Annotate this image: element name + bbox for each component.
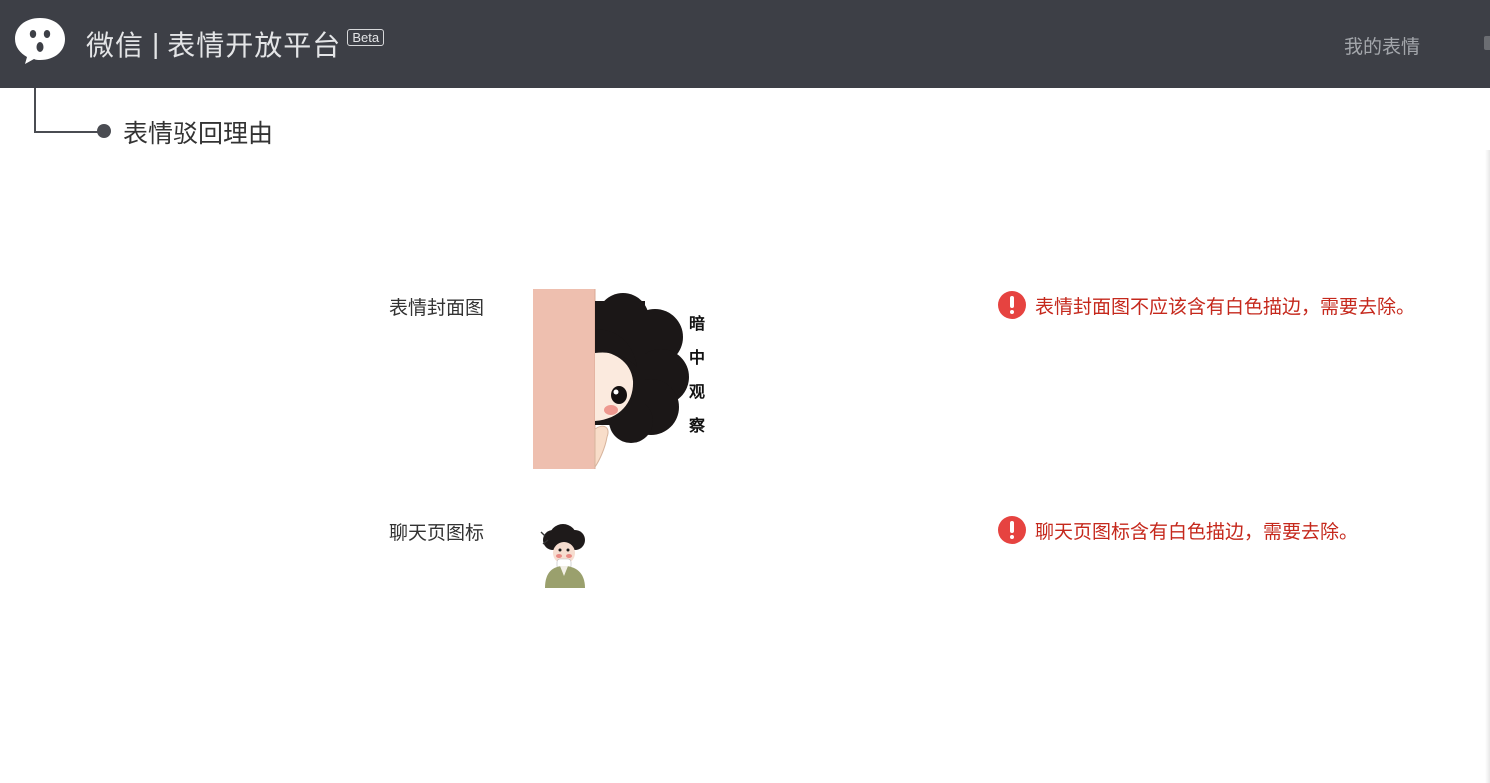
heading-connector-line (34, 88, 100, 133)
cover-caption: 观 (689, 382, 705, 401)
nav-overflow-item[interactable] (1484, 36, 1490, 50)
top-header: 微信 | 表情开放平台 Beta 我的表情 (0, 0, 1490, 88)
brand-name: 微信 (86, 30, 145, 61)
page-title: 表情驳回理由 (123, 120, 274, 148)
wechat-logo-icon[interactable] (12, 14, 68, 66)
error-chat-icon: 聊天页图标含有白色描边，需要去除。 (998, 516, 1358, 544)
cover-caption: 察 (688, 416, 706, 435)
brand-subtitle: 表情开放平台 (167, 30, 342, 61)
row-label-cover: 表情封面图 (389, 298, 485, 319)
error-text: 聊天页图标含有白色描边，需要去除。 (1035, 521, 1359, 543)
error-text: 表情封面图不应该含有白色描边，需要去除。 (1035, 296, 1416, 318)
brand-title[interactable]: 微信 | 表情开放平台 Beta (86, 24, 385, 64)
exclamation-circle-icon (998, 291, 1026, 319)
error-cover: 表情封面图不应该含有白色描边，需要去除。 (998, 291, 1415, 319)
scroll-edge-shadow (1485, 150, 1490, 783)
cover-caption: 中 (689, 348, 705, 367)
cover-caption: 暗 (689, 314, 705, 333)
chat-page-icon-image (540, 524, 585, 588)
beta-badge: Beta (347, 28, 385, 46)
row-label-chat-icon: 聊天页图标 (389, 523, 485, 544)
brand-separator: | (152, 28, 160, 59)
nav-my-stickers-link[interactable]: 我的表情 (1344, 32, 1420, 59)
cover-image: 暗 中 观 察 (533, 289, 713, 469)
heading-connector-dot (97, 124, 111, 138)
exclamation-circle-icon (998, 516, 1026, 544)
